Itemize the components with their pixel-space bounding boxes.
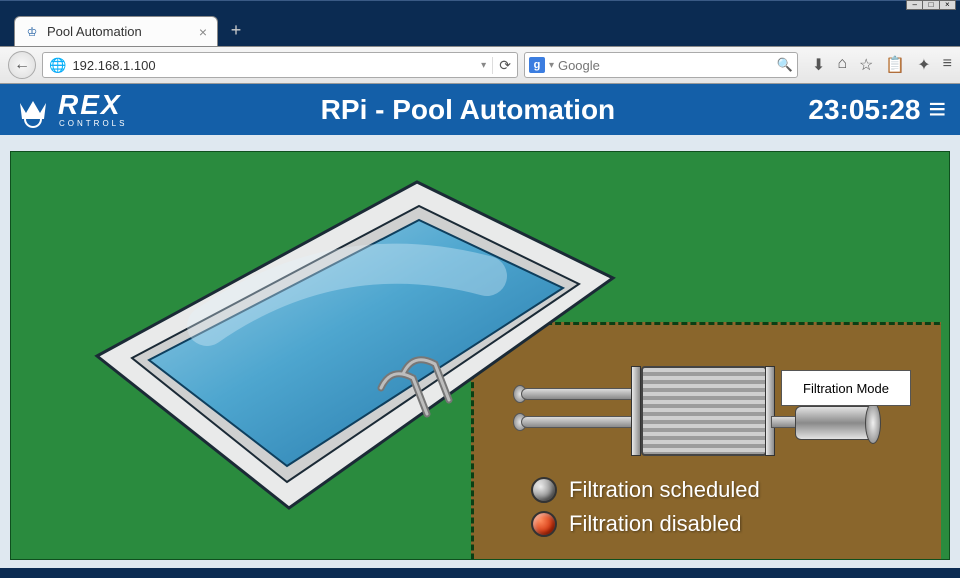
window-minimize-button[interactable]: – [907,1,922,9]
url-input[interactable] [72,58,475,73]
app-header: REX CONTROLS RPi - Pool Automation 23:05… [0,84,960,135]
clock: 23:05:28 [808,94,920,126]
filter-body [641,366,767,456]
page-title: RPi - Pool Automation [127,94,808,126]
url-dropdown-icon[interactable]: ▾ [481,60,486,71]
clipboard-icon[interactable]: 📋 [885,55,905,75]
tab-strip: ♔ Pool Automation × + [0,10,960,46]
filter-side [631,366,641,456]
search-input[interactable] [558,58,773,73]
pump-cap [865,402,881,444]
status-lamp-scheduled-icon [531,477,557,503]
status-lamp-disabled-icon [531,511,557,537]
inlet-pipe [521,388,645,400]
tab-favicon-icon: ♔ [25,25,39,39]
search-icon[interactable]: 🔍 [777,57,793,73]
tab-title: Pool Automation [47,24,191,39]
back-button[interactable]: ← [8,51,36,79]
app-viewport: Filtration Mode Filtration scheduled Fil… [0,135,960,568]
legend-row-scheduled: Filtration scheduled [531,477,760,503]
pool-graphic [57,166,617,526]
crown-icon [14,91,52,129]
browser-tab[interactable]: ♔ Pool Automation × [14,16,218,46]
address-bar[interactable]: 🌐 ▾ ⟳ [42,52,518,78]
addons-icon[interactable]: ✦ [917,55,930,75]
filter-side [765,366,775,456]
logo-text-sub: CONTROLS [59,120,127,128]
home-icon[interactable]: ⌂ [837,55,847,75]
downloads-icon[interactable]: ⬇ [812,55,825,75]
search-bar[interactable]: g ▾ 🔍 [524,52,798,78]
new-tab-button[interactable]: + [224,19,248,43]
reload-button[interactable]: ⟳ [492,57,511,74]
window-close-button[interactable]: × [939,1,955,9]
logo-text-main: REX [58,91,127,119]
browser-menu-icon[interactable]: ≡ [943,55,952,75]
filtration-mode-button[interactable]: Filtration Mode [781,370,911,406]
bookmarks-icon[interactable]: ☆ [859,55,873,75]
search-provider-dropdown-icon[interactable]: ▾ [549,60,554,71]
pool-scene: Filtration Mode Filtration scheduled Fil… [10,151,950,560]
legend-row-disabled: Filtration disabled [531,511,760,537]
search-provider-icon: g [529,57,545,73]
back-icon: ← [14,56,30,74]
tab-close-button[interactable]: × [199,24,207,40]
browser-toolbar: ← 🌐 ▾ ⟳ g ▾ 🔍 ⬇ ⌂ ☆ 📋 ✦ ≡ [0,46,960,84]
globe-icon: 🌐 [49,57,66,74]
window-controls: – □ × [906,0,956,10]
window-maximize-button[interactable]: □ [922,1,938,9]
app-logo: REX CONTROLS [14,91,127,129]
legend-label: Filtration disabled [569,511,741,537]
outlet-pipe [521,416,645,428]
status-legend: Filtration scheduled Filtration disabled [531,477,760,537]
legend-label: Filtration scheduled [569,477,760,503]
pump-motor [795,406,873,440]
hamburger-icon: ≡ [928,93,946,126]
app-menu-button[interactable]: ≡ [928,93,946,127]
